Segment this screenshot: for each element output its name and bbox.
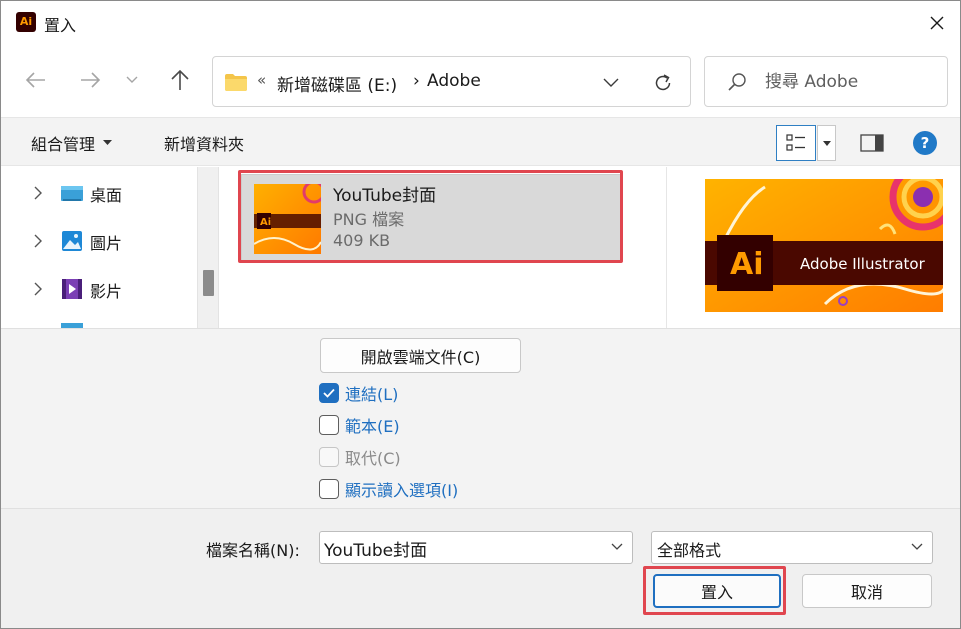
back-button[interactable] — [21, 65, 51, 95]
sidebar-item-videos[interactable]: 影片 — [1, 271, 197, 307]
show-import-options[interactable]: 顯示讀入選項(I) — [319, 477, 458, 501]
show-import-options-checkbox[interactable] — [319, 479, 339, 499]
folder-icon — [225, 74, 247, 91]
preview-logo-text: Ai — [730, 247, 764, 282]
illustrator-app-icon: Ai — [16, 12, 36, 32]
template-checkbox[interactable] — [319, 415, 339, 435]
link-label: 連結(L) — [345, 385, 399, 404]
scrollbar-thumb[interactable] — [203, 270, 214, 296]
forward-button[interactable] — [75, 65, 105, 95]
cancel-button[interactable]: 取消 — [802, 574, 932, 608]
sidebar-label-pictures: 圖片 — [90, 234, 123, 253]
chevron-right-icon[interactable] — [32, 281, 44, 297]
address-bar[interactable]: « 新增磁碟區 (E:) › Adobe — [212, 56, 691, 107]
navigation-bar: « 新增磁碟區 (E:) › Adobe — [1, 45, 960, 117]
pictures-icon — [62, 231, 82, 251]
chevron-down-icon — [603, 78, 619, 87]
organize-label: 組合管理 — [31, 135, 96, 154]
close-button[interactable] — [914, 1, 960, 45]
chevron-down-icon — [911, 543, 923, 550]
forward-arrow-icon — [81, 72, 101, 88]
place-button[interactable]: 置入 — [653, 574, 781, 608]
search-box[interactable] — [704, 56, 948, 107]
filename-dropdown-button[interactable] — [608, 538, 626, 556]
main-pane: 桌面 圖片 影片 Ai YouTube封面 PNG 檔案 409 KB Ai A… — [1, 167, 960, 328]
window-title: 置入 — [44, 16, 77, 35]
sidebar-item-desktop[interactable]: 桌面 — [1, 175, 197, 211]
preview-app-name: Adobe Illustrator — [800, 255, 926, 273]
file-type-value: 全部格式 — [657, 541, 722, 560]
preview-image: Ai Adobe Illustrator — [705, 179, 943, 312]
address-overflow[interactable]: « — [257, 71, 266, 89]
address-separator: › — [413, 71, 420, 91]
sidebar-label-desktop: 桌面 — [90, 186, 123, 205]
sidebar-label-videos: 影片 — [90, 282, 123, 301]
file-list: Ai YouTube封面 PNG 檔案 409 KB — [220, 167, 666, 328]
navigation-pane: 桌面 圖片 影片 — [1, 167, 197, 328]
svg-text:Ai: Ai — [260, 217, 271, 228]
link-option[interactable]: 連結(L) — [319, 381, 398, 405]
replace-checkbox — [319, 447, 339, 467]
template-option[interactable]: 範本(E) — [319, 413, 400, 437]
title-bar: Ai 置入 — [1, 1, 960, 45]
template-label: 範本(E) — [345, 417, 400, 436]
view-options-button[interactable] — [817, 125, 836, 161]
file-type-select[interactable]: 全部格式 — [651, 531, 933, 564]
search-icon — [728, 73, 746, 91]
dialog-footer: 檔案名稱(N): 全部格式 置入 取消 — [1, 508, 960, 628]
up-arrow-icon — [171, 69, 189, 90]
recent-locations-button[interactable] — [119, 65, 145, 95]
sidebar-scrollbar[interactable] — [197, 167, 219, 328]
link-checkbox[interactable] — [319, 383, 339, 403]
file-size: 409 KB — [333, 231, 391, 250]
change-view-button[interactable] — [776, 125, 816, 161]
file-name: YouTube封面 — [333, 186, 437, 206]
command-bar: 組合管理 新增資料夾 ? — [1, 117, 960, 166]
videos-icon — [62, 279, 82, 299]
chevron-right-icon[interactable] — [32, 233, 44, 249]
address-segment-drive[interactable]: 新增磁碟區 (E:) — [277, 71, 397, 96]
back-arrow-icon — [25, 72, 45, 88]
caret-down-icon — [822, 140, 831, 146]
new-folder-button[interactable]: 新增資料夾 — [164, 131, 244, 155]
checkmark-icon — [323, 388, 335, 398]
help-icon: ? — [920, 134, 930, 152]
help-button[interactable]: ? — [913, 131, 937, 155]
address-segment-folder[interactable]: Adobe — [427, 71, 481, 91]
desktop-icon — [61, 186, 83, 201]
place-dialog: Ai 置入 « 新增磁碟區 (E:) › Adobe 搜尋 Adobe 組合管理… — [0, 0, 961, 629]
file-type-dropdown[interactable] — [908, 538, 926, 556]
details-view-icon — [786, 134, 805, 151]
replace-option: 取代(C) — [319, 445, 401, 469]
preview-pane-icon — [860, 134, 884, 152]
chevron-down-icon — [611, 543, 623, 550]
organize-button[interactable]: 組合管理 — [31, 131, 113, 155]
show-import-options-label: 顯示讀入選項(I) — [345, 481, 459, 500]
close-icon — [930, 16, 944, 30]
caret-down-icon — [103, 140, 113, 145]
file-item-youtube-cover[interactable]: Ai YouTube封面 PNG 檔案 409 KB — [241, 174, 621, 262]
file-thumbnail-icon: Ai — [254, 184, 321, 254]
preview-pane: Ai Adobe Illustrator — [666, 167, 960, 328]
preview-pane-button[interactable] — [859, 131, 885, 155]
filename-label: 檔案名稱(N): — [206, 541, 300, 560]
open-cloud-document-button[interactable]: 開啟雲端文件(C) — [320, 338, 521, 373]
filename-input[interactable] — [324, 535, 594, 561]
chevron-right-icon[interactable] — [32, 185, 44, 201]
refresh-icon — [655, 74, 671, 91]
file-type: PNG 檔案 — [333, 210, 405, 229]
place-options: 開啟雲端文件(C) 連結(L) 範本(E) 取代(C) 顯示讀入選項(I) — [1, 328, 960, 508]
filename-combobox[interactable] — [319, 531, 633, 564]
sidebar-item-pictures[interactable]: 圖片 — [1, 223, 197, 259]
search-input[interactable] — [765, 67, 935, 97]
address-history-button[interactable] — [599, 71, 623, 95]
refresh-button[interactable] — [651, 71, 675, 95]
replace-label: 取代(C) — [345, 449, 401, 468]
recent-chevron-icon — [126, 76, 138, 83]
up-button[interactable] — [165, 65, 195, 95]
